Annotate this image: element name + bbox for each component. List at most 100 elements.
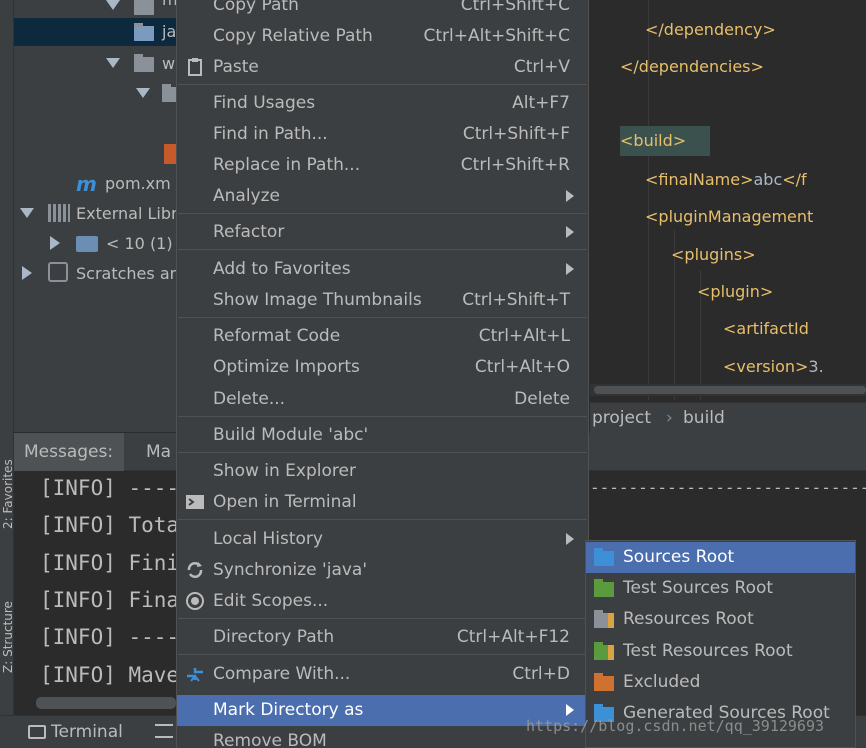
submenu-item-sources-root[interactable]: Sources Root xyxy=(586,542,855,573)
context-menu: Copy Path Ctrl+Shift+C Copy Relative Path… xyxy=(176,0,589,748)
code-line: </dependency> xyxy=(645,20,776,39)
paste-icon xyxy=(185,57,205,77)
folder-test-resources-icon xyxy=(594,642,614,660)
terminal-icon xyxy=(185,492,205,512)
menu-item-refactor[interactable]: Refactor xyxy=(177,217,588,248)
breadcrumb-build[interactable]: build xyxy=(683,403,725,433)
menu-item-reformat-code[interactable]: Reformat Code Ctrl+Alt+L xyxy=(177,321,588,352)
message-line: [INFO] ---- xyxy=(40,625,180,649)
scope-icon xyxy=(185,591,205,611)
sync-icon xyxy=(185,560,205,580)
menu-item-optimize-imports[interactable]: Optimize Imports Ctrl+Alt+O xyxy=(177,352,588,383)
collapse-arrow-icon[interactable] xyxy=(22,266,32,280)
submenu-item-resources-root[interactable]: Resources Root xyxy=(586,604,855,635)
code-line: <pluginManagement xyxy=(645,207,814,226)
messages-scrollbar[interactable] xyxy=(36,697,176,709)
jdk-folder-icon xyxy=(76,236,98,252)
submenu-arrow-icon xyxy=(566,704,574,716)
submenu-item-test-sources-root[interactable]: Test Sources Root xyxy=(586,573,855,604)
menu-item-synchronize[interactable]: Synchronize 'java' xyxy=(177,555,588,586)
menu-item-local-history[interactable]: Local History xyxy=(177,524,588,555)
menu-item-show-image-thumbnails[interactable]: Show Image Thumbnails Ctrl+Shift+T xyxy=(177,285,588,316)
folder-resources-icon xyxy=(594,610,614,628)
menu-item-delete[interactable]: Delete... Delete xyxy=(177,384,588,415)
menu-item-paste[interactable]: Paste Ctrl+V xyxy=(177,52,588,83)
breadcrumb-separator-icon: › xyxy=(666,408,673,428)
code-line: <plugins> xyxy=(671,245,756,264)
menu-separator xyxy=(178,213,587,214)
tree-item-external-libraries[interactable]: External Libr xyxy=(76,202,178,226)
menu-separator xyxy=(178,519,587,520)
message-line: [INFO] Mave xyxy=(40,663,180,687)
menu-separator xyxy=(178,452,587,453)
compare-icon xyxy=(185,664,205,684)
watermark: https://blog.csdn.net/qq_39129693 xyxy=(526,717,825,735)
menu-item-show-in-explorer[interactable]: Show in Explorer xyxy=(177,456,588,487)
code-line: <build> xyxy=(620,131,687,150)
folder-icon xyxy=(162,84,176,102)
library-icon xyxy=(48,204,70,222)
menu-item-find-usages[interactable]: Find Usages Alt+F7 xyxy=(177,88,588,119)
submenu-item-test-resources-root[interactable]: Test Resources Root xyxy=(586,636,855,667)
tree-item-scratches[interactable]: Scratches an xyxy=(76,262,180,286)
code-line: </dependencies> xyxy=(620,57,764,76)
submenu-arrow-icon xyxy=(566,263,574,275)
structure-side-tab[interactable]: Z: Structure xyxy=(1,585,15,673)
terminal-icon xyxy=(28,725,46,739)
message-line: [INFO] Fini xyxy=(40,551,180,575)
folder-orange-icon xyxy=(594,673,614,691)
menu-item-find-in-path[interactable]: Find in Path... Ctrl+Shift+F xyxy=(177,119,588,150)
tree-item-webapp[interactable]: w xyxy=(162,52,175,76)
menu-item-build-module[interactable]: Build Module 'abc' xyxy=(177,420,588,451)
submenu-arrow-icon xyxy=(566,190,574,202)
submenu-item-excluded[interactable]: Excluded xyxy=(586,667,855,698)
menu-item-copy-path[interactable]: Copy Path Ctrl+Shift+C xyxy=(177,0,588,21)
menu-separator xyxy=(178,317,587,318)
favorites-side-tab[interactable]: 2: Favorites xyxy=(1,441,15,529)
breadcrumb: project › build xyxy=(590,402,866,433)
tab-messages[interactable]: Messages: xyxy=(14,433,124,471)
menu-separator xyxy=(178,249,587,250)
folder-icon xyxy=(134,0,154,15)
code-line: <version>3. xyxy=(723,357,824,376)
maven-icon: m xyxy=(76,172,97,196)
tree-item-java[interactable]: ja xyxy=(162,20,176,44)
expand-arrow-icon[interactable] xyxy=(106,58,120,68)
expand-arrow-icon[interactable] xyxy=(136,88,150,98)
menu-item-compare-with[interactable]: Compare With... Ctrl+D xyxy=(177,659,588,690)
tab-maven[interactable]: Ma xyxy=(136,433,176,471)
tab-terminal[interactable]: Terminal xyxy=(14,716,140,748)
collapse-arrow-icon[interactable] xyxy=(50,236,60,250)
menu-item-analyze[interactable]: Analyze xyxy=(177,181,588,212)
todo-icon[interactable] xyxy=(155,724,173,738)
submenu-arrow-icon xyxy=(566,533,574,545)
menu-item-replace-in-path[interactable]: Replace in Path... Ctrl+Shift+R xyxy=(177,150,588,181)
tree-item-pom[interactable]: pom.xm xyxy=(105,172,171,196)
tree-item-jdk[interactable]: < 10 (1) xyxy=(106,232,173,256)
menu-item-add-to-favorites[interactable]: Add to Favorites xyxy=(177,254,588,285)
menu-item-open-in-terminal[interactable]: Open in Terminal xyxy=(177,487,588,518)
menu-item-edit-scopes[interactable]: Edit Scopes... xyxy=(177,586,588,617)
scrollbar-thumb[interactable] xyxy=(594,386,866,394)
menu-separator xyxy=(178,618,587,619)
menu-item-directory-path[interactable]: Directory Path Ctrl+Alt+F12 xyxy=(177,622,588,653)
submenu-arrow-icon xyxy=(566,226,574,238)
folder-green-icon xyxy=(594,579,614,597)
jsp-file-icon xyxy=(164,144,176,164)
menu-separator xyxy=(178,654,587,655)
folder-blue-icon xyxy=(594,548,614,566)
project-tree: main ja w m pom.xm External Libr < 10 (1… xyxy=(14,0,202,432)
message-line: [INFO] Fina xyxy=(40,588,180,612)
menu-separator xyxy=(178,84,587,85)
folder-icon xyxy=(134,54,154,72)
expand-arrow-icon[interactable] xyxy=(20,208,34,218)
terminal-label: Terminal xyxy=(51,722,123,742)
breadcrumb-project[interactable]: project xyxy=(592,403,651,433)
menu-separator xyxy=(178,416,587,417)
message-separator: ------------------------------------- xyxy=(590,478,866,497)
menu-item-copy-relative-path[interactable]: Copy Relative Path Ctrl+Alt+Shift+C xyxy=(177,21,588,52)
message-line: [INFO] ---- xyxy=(40,476,180,500)
expand-arrow-icon[interactable] xyxy=(106,0,120,10)
folder-icon xyxy=(134,23,154,41)
code-line: <plugin> xyxy=(697,282,774,301)
